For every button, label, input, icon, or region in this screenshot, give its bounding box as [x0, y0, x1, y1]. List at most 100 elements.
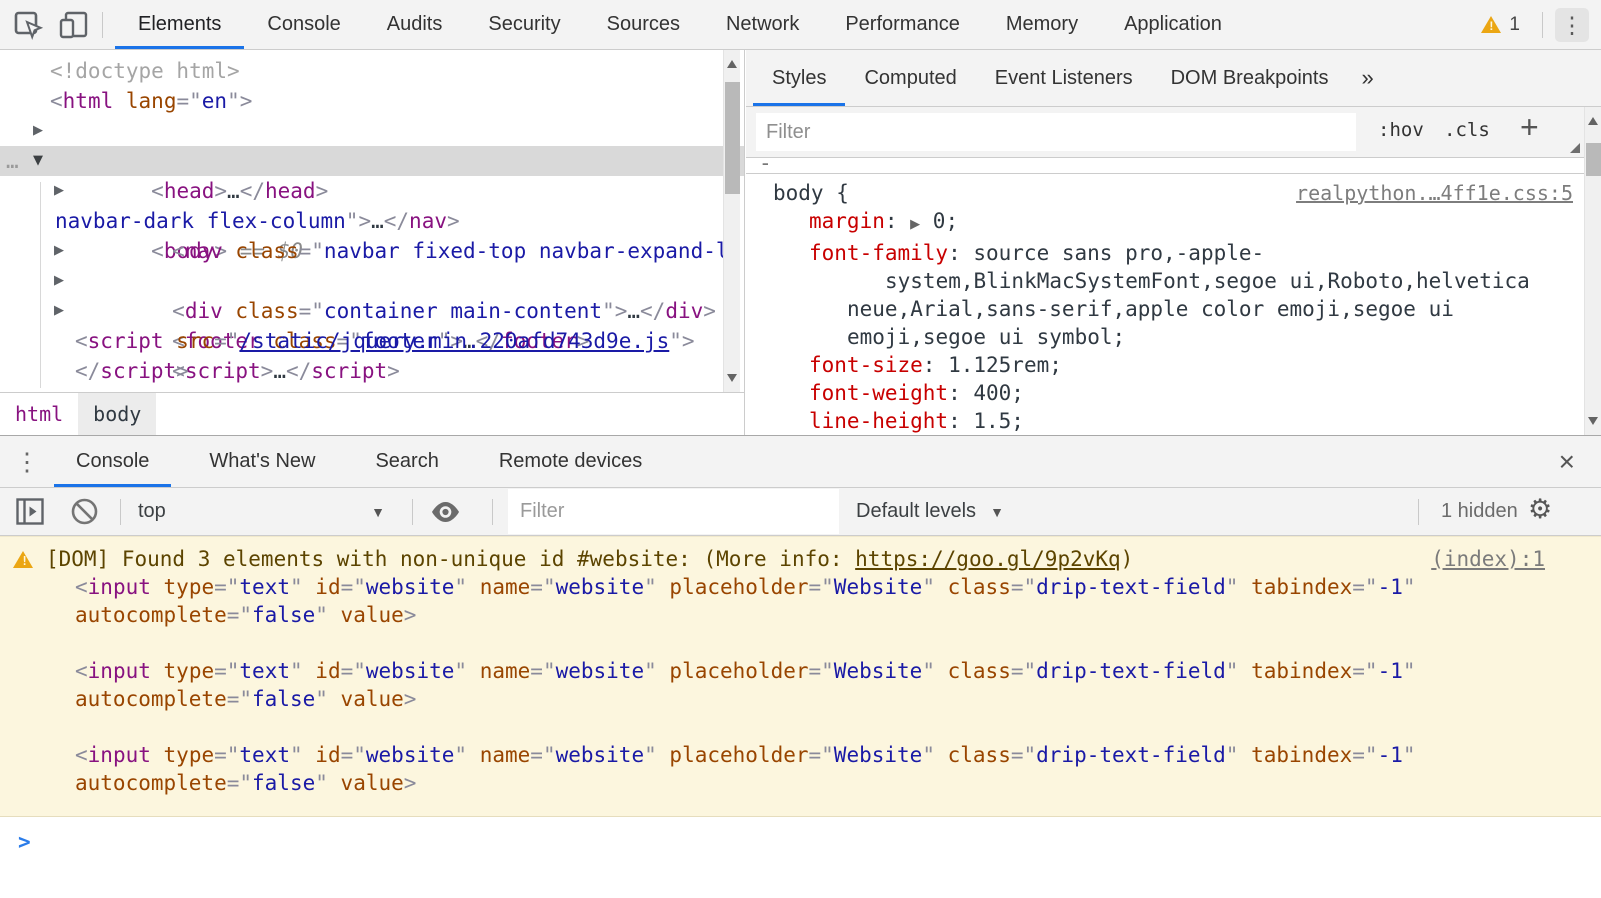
tab-dom-breakpoints[interactable]: DOM Breakpoints — [1152, 50, 1348, 106]
more-tabs-icon[interactable]: » — [1347, 50, 1387, 106]
expand-arrow-icon[interactable]: ▶ — [51, 296, 67, 326]
css-value-wrap[interactable]: system,BlinkMacSystemFont,segoe ui,Robot… — [773, 267, 1601, 295]
breadcrumb-html[interactable]: html — [0, 393, 78, 435]
console-messages: [DOM] Found 3 elements with non-unique i… — [0, 536, 1601, 898]
tab-memory[interactable]: Memory — [983, 0, 1101, 49]
warning-icon — [13, 551, 33, 568]
tab-computed[interactable]: Computed — [845, 50, 975, 106]
css-selector-line[interactable]: body { realpython.…4ff1e.css:5 — [773, 179, 1601, 207]
toolbar-divider — [1542, 12, 1543, 38]
drawer-menu-icon[interactable]: ⋮ — [0, 436, 54, 487]
tab-styles[interactable]: Styles — [753, 50, 845, 106]
styles-scrollbar[interactable] — [1584, 107, 1601, 435]
tab-performance[interactable]: Performance — [822, 0, 983, 49]
dom-row-script[interactable]: ▶ <script>…</script> — [0, 296, 744, 326]
tab-network[interactable]: Network — [703, 0, 822, 49]
pseudo-state-button[interactable]: :hov — [1378, 119, 1424, 141]
drawer-tab-search[interactable]: Search — [353, 436, 460, 487]
inspect-element-icon[interactable] — [12, 9, 44, 41]
tab-audits[interactable]: Audits — [364, 0, 466, 49]
styles-filter-bar: :hov .cls + — [746, 107, 1601, 158]
css-property-line-height[interactable]: line-height: 1.5; — [773, 407, 1601, 435]
console-prompt-chevron-icon: > — [18, 830, 31, 854]
dom-row-nav[interactable]: ▶ <nav class="navbar fixed-top navbar-ex… — [0, 176, 744, 206]
toolbar-divider — [102, 12, 103, 38]
create-live-expression-icon[interactable] — [430, 501, 461, 528]
console-sidebar-icon[interactable] — [16, 498, 44, 530]
sidebar-tabs: Styles Computed Event Listeners DOM Brea… — [746, 50, 1601, 107]
dom-row-html[interactable]: <html lang="en"> — [0, 86, 744, 116]
tab-sources[interactable]: Sources — [584, 0, 703, 49]
hidden-messages-count: 1 hidden — [1441, 488, 1518, 535]
new-style-rule-button[interactable]: + — [1520, 109, 1539, 146]
tab-application[interactable]: Application — [1101, 0, 1245, 49]
tab-console[interactable]: Console — [244, 0, 363, 49]
expand-arrow-icon[interactable]: ▶ — [51, 236, 67, 266]
console-toolbar: top ▼ Default levels ▼ 1 hidden ⚙ — [0, 488, 1601, 536]
dom-row-doctype[interactable]: <!doctype html> — [0, 56, 744, 86]
drawer-tab-remote-devices[interactable]: Remote devices — [477, 436, 664, 487]
tab-elements[interactable]: Elements — [115, 0, 244, 49]
css-value-wrap[interactable]: emoji,segoe ui symbol; — [773, 323, 1601, 351]
drawer-tab-whats-new[interactable]: What's New — [187, 436, 337, 487]
expand-arrow-icon[interactable]: ▶ — [51, 266, 67, 296]
dom-row-container-div[interactable]: ▶ <div class="container main-content">…<… — [0, 236, 744, 266]
css-property-font-size[interactable]: font-size: 1.125rem; — [773, 351, 1601, 379]
dom-row-nav-wrap[interactable]: navbar-dark flex-column">…</nav> — [0, 206, 744, 236]
expand-arrow-icon[interactable]: ▶ — [51, 176, 67, 206]
clipped-rule-row: - — [746, 158, 1601, 174]
css-property-font-weight[interactable]: font-weight: 400; — [773, 379, 1601, 407]
dom-row-footer[interactable]: ▶ <footer class="footer">…</footer> — [0, 266, 744, 296]
dom-row-body-selected[interactable]: … ▼ <body> == $0 — [0, 146, 744, 176]
css-property-margin[interactable]: margin: ▶ 0; — [773, 207, 1601, 239]
element-preview[interactable]: <input type="text" id="website" name="we… — [0, 741, 1601, 797]
css-value-wrap[interactable]: neue,Arial,sans-serif,apple color emoji,… — [773, 295, 1601, 323]
tab-security[interactable]: Security — [465, 0, 583, 49]
breadcrumb: html body — [0, 392, 744, 435]
scroll-down-arrow[interactable] — [1585, 409, 1601, 433]
css-rule-body[interactable]: body { realpython.…4ff1e.css:5 margin: ▶… — [746, 174, 1601, 435]
devtools-window: Elements Console Audits Security Sources… — [0, 0, 1601, 898]
scrollbar-thumb[interactable] — [725, 82, 740, 194]
scroll-down-arrow[interactable] — [724, 366, 741, 390]
styles-panel: Styles Computed Event Listeners DOM Brea… — [746, 50, 1601, 435]
css-property-font-family[interactable]: font-family: source sans pro,-apple- — [773, 239, 1601, 267]
element-classes-button[interactable]: .cls — [1444, 119, 1490, 141]
console-warnings-badge[interactable]: 1 — [1481, 14, 1520, 36]
styles-filter-input[interactable] — [756, 113, 1356, 151]
collapse-arrow-icon[interactable]: ▼ — [30, 146, 46, 176]
device-toolbar-icon[interactable] — [58, 9, 90, 41]
console-settings-gear-icon[interactable]: ⚙ — [1528, 494, 1552, 525]
panel-tabs: Elements Console Audits Security Sources… — [115, 0, 1245, 49]
clear-console-icon[interactable] — [70, 497, 99, 531]
scrollbar-thumb[interactable] — [1586, 143, 1601, 176]
scroll-up-arrow[interactable] — [1585, 109, 1601, 133]
main-toolbar: Elements Console Audits Security Sources… — [0, 0, 1601, 50]
dom-row-script-close[interactable]: </script> — [0, 356, 744, 386]
tab-event-listeners[interactable]: Event Listeners — [976, 50, 1152, 106]
console-filter-input[interactable] — [508, 489, 839, 534]
breadcrumb-body[interactable]: body — [78, 393, 156, 435]
drawer-tab-console[interactable]: Console — [54, 436, 171, 487]
devtools-menu-button[interactable]: ⋮ — [1555, 8, 1589, 42]
console-drawer: ⋮ Console What's New Search Remote devic… — [0, 435, 1601, 898]
log-levels-label: Default levels — [856, 500, 976, 523]
dom-row-head[interactable]: ▶ <head>…</head> — [0, 116, 744, 146]
element-preview[interactable]: <input type="text" id="website" name="we… — [0, 657, 1601, 713]
stylesheet-source-link[interactable]: realpython.…4ff1e.css:5 — [1296, 179, 1573, 207]
console-prompt[interactable]: > — [0, 817, 1601, 854]
close-drawer-button[interactable]: × — [1545, 436, 1589, 487]
scroll-up-arrow[interactable] — [724, 52, 741, 76]
message-source-link[interactable]: (index):1 — [1431, 545, 1545, 573]
console-warning-message[interactable]: [DOM] Found 3 elements with non-unique i… — [0, 536, 1601, 817]
toolbar-divider — [1418, 499, 1419, 525]
dom-row-script-src[interactable]: <script src="/static/jquery.min.220afd74… — [0, 326, 744, 356]
warning-icon — [1481, 16, 1501, 33]
log-levels-select[interactable]: Default levels ▼ — [856, 488, 1004, 535]
javascript-context-select[interactable]: top ▼ — [138, 488, 393, 535]
expand-arrow-icon[interactable]: ▶ — [30, 116, 46, 146]
element-preview[interactable]: <input type="text" id="website" name="we… — [0, 573, 1601, 629]
elements-scrollbar[interactable] — [723, 50, 740, 392]
hover-dots-icon[interactable]: … — [6, 146, 19, 176]
warning-text[interactable]: [DOM] Found 3 elements with non-unique i… — [46, 545, 1133, 573]
